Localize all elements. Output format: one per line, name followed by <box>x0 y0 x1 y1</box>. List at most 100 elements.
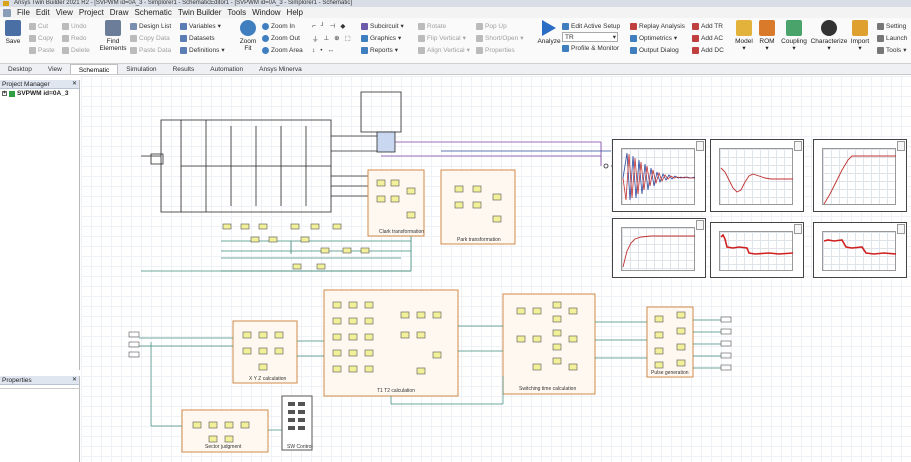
zoom-out-button[interactable]: Zoom Out <box>262 32 303 44</box>
waveform <box>622 235 695 268</box>
scope-plot-5[interactable] <box>710 222 804 278</box>
measure-icon[interactable]: ↕ <box>312 47 315 54</box>
scope-plot-3[interactable] <box>813 139 907 212</box>
menu-help[interactable]: Help <box>287 8 303 17</box>
sw-control-block[interactable] <box>281 395 313 451</box>
save-button[interactable]: Save <box>5 20 21 45</box>
pop-up-button[interactable]: Pop Up <box>476 20 524 32</box>
zoom-fit-button[interactable]: Zoom Fit <box>236 20 260 52</box>
model-button[interactable]: Model ▾ <box>733 20 755 52</box>
scope-plot-2[interactable] <box>710 139 804 212</box>
redo-button[interactable]: Redo <box>62 32 90 44</box>
wire-icon[interactable]: ⊣ <box>330 22 336 30</box>
output-icon <box>630 46 637 54</box>
tab-view[interactable]: View <box>40 64 70 74</box>
analysis-select[interactable]: TR ▾ <box>562 32 618 42</box>
scope-plot-1[interactable] <box>612 139 706 212</box>
rom-button[interactable]: ROM ▾ <box>757 20 777 52</box>
definitions-button[interactable]: Definitions ▾ <box>180 44 225 56</box>
probe-icon[interactable]: ◆ <box>340 22 345 30</box>
tab-automation[interactable]: Automation <box>202 64 251 74</box>
menu-edit[interactable]: Edit <box>36 8 50 17</box>
pointer-icon[interactable]: ⌐ <box>312 23 316 30</box>
coupling-button[interactable]: Coupling ▾ <box>779 20 809 52</box>
tab-results[interactable]: Results <box>165 64 203 74</box>
settings-button[interactable]: Setting <box>877 20 907 32</box>
t1t2-calculation-block[interactable] <box>323 289 459 397</box>
rom-icon <box>759 20 775 36</box>
menu-project[interactable]: Project <box>79 8 104 17</box>
schematic-canvas[interactable]: Clark transformation Park transformation… <box>81 76 911 462</box>
datasets-button[interactable]: Datasets <box>180 32 225 44</box>
replay-analysis-button[interactable]: Replay Analysis <box>630 20 685 32</box>
undo-button[interactable]: Undo <box>62 20 90 32</box>
edit-active-setup-button[interactable]: Edit Active Setup <box>562 20 620 32</box>
line-icon[interactable]: ╯ <box>321 22 325 30</box>
rotate-button[interactable]: Rotate <box>418 20 470 32</box>
tab-ansys-minerva[interactable]: Ansys Minerva <box>251 64 310 74</box>
add-tr-button[interactable]: Add TR <box>692 20 724 32</box>
menu-window[interactable]: Window <box>252 8 280 17</box>
profile-monitor-button[interactable]: Profile & Monitor <box>562 42 620 54</box>
menu-view[interactable]: View <box>56 8 73 17</box>
menu-tools[interactable]: Tools <box>227 8 246 17</box>
ground-icon[interactable]: ⏚ <box>312 33 319 43</box>
menu-draw[interactable]: Draw <box>110 8 129 17</box>
variables-button[interactable]: Variables ▾ <box>180 20 225 32</box>
datasets-icon <box>180 34 187 42</box>
project-tree-item[interactable]: + SVPWM id=0A_3 <box>0 89 79 98</box>
add-ac-button[interactable]: Add AC <box>692 32 724 44</box>
find-elements-button[interactable]: Find Elements <box>99 20 127 52</box>
characterize-button[interactable]: Characterize ▾ <box>810 20 848 52</box>
close-icon[interactable]: ✕ <box>72 80 77 89</box>
flip-vertical-button[interactable]: Flip Vertical ▾ <box>418 32 470 44</box>
text-icon[interactable]: ⬚ <box>345 34 351 42</box>
analyze-button[interactable]: Analyze <box>537 20 561 45</box>
align-icon <box>418 46 425 54</box>
subcircuit-button[interactable]: Subcircuit ▾ <box>361 20 404 32</box>
copy-button[interactable]: Copy <box>29 32 55 44</box>
bus-icon[interactable]: ↔ <box>328 47 335 54</box>
properties-panel: Properties ✕ <box>0 376 80 462</box>
close-icon[interactable]: ✕ <box>72 376 77 385</box>
clipboard-group: Cut Copy Paste <box>29 20 55 56</box>
delete-button[interactable]: Delete <box>62 44 90 56</box>
tools-button[interactable]: Tools ▾ <box>877 44 907 56</box>
scope-plot-4[interactable] <box>612 218 706 278</box>
graphics-button[interactable]: Graphics ▾ <box>361 32 404 44</box>
expand-icon[interactable]: + <box>2 91 7 96</box>
menu-file[interactable]: File <box>17 8 30 17</box>
list-icon <box>130 22 137 30</box>
short-open-button[interactable]: Short/Open ▾ <box>476 32 524 44</box>
tab-simulation[interactable]: Simulation <box>118 64 164 74</box>
node-icon[interactable]: • <box>320 47 322 54</box>
copy-data-button[interactable]: Copy Data <box>130 32 171 44</box>
menu-twin-builder[interactable]: Twin Builder <box>178 8 222 17</box>
waveform <box>823 239 897 255</box>
tab-schematic[interactable]: Schematic <box>69 64 119 74</box>
import-button[interactable]: Import ▾ <box>849 20 871 52</box>
cut-button[interactable]: Cut <box>29 20 55 32</box>
scope-plot-6[interactable] <box>813 222 907 278</box>
port-icon[interactable]: ⊥ <box>324 34 330 42</box>
chevron-down-icon: ▾ <box>612 34 616 41</box>
menu-schematic[interactable]: Schematic <box>134 8 171 17</box>
tab-desktop[interactable]: Desktop <box>0 64 40 74</box>
properties-button[interactable]: Properties <box>476 44 524 56</box>
design-list-button[interactable]: Design List <box>130 20 171 32</box>
align-vertical-button[interactable]: Align Vertical ▾ <box>418 44 470 56</box>
zoom-in-button[interactable]: Zoom In <box>262 20 303 32</box>
pulse-generation-block[interactable] <box>646 306 694 378</box>
optimetrics-button[interactable]: Optimetrics ▾ <box>630 32 685 44</box>
zoom-area-icon <box>262 46 269 54</box>
app-menu-icon[interactable] <box>3 8 11 17</box>
page-connector-icon[interactable]: ⊕ <box>334 34 339 42</box>
paste-data-button[interactable]: Paste Data <box>130 44 171 56</box>
zoom-area-button[interactable]: Zoom Area <box>262 44 303 56</box>
reports-button[interactable]: Reports ▾ <box>361 44 404 56</box>
paste-button[interactable]: Paste <box>29 44 55 56</box>
launch-button[interactable]: Launch <box>877 32 907 44</box>
output-dialog-button[interactable]: Output Dialog <box>630 44 685 56</box>
add-dc-button[interactable]: Add DC <box>692 44 724 56</box>
design-group: Design List Copy Data Paste Data <box>130 20 171 56</box>
